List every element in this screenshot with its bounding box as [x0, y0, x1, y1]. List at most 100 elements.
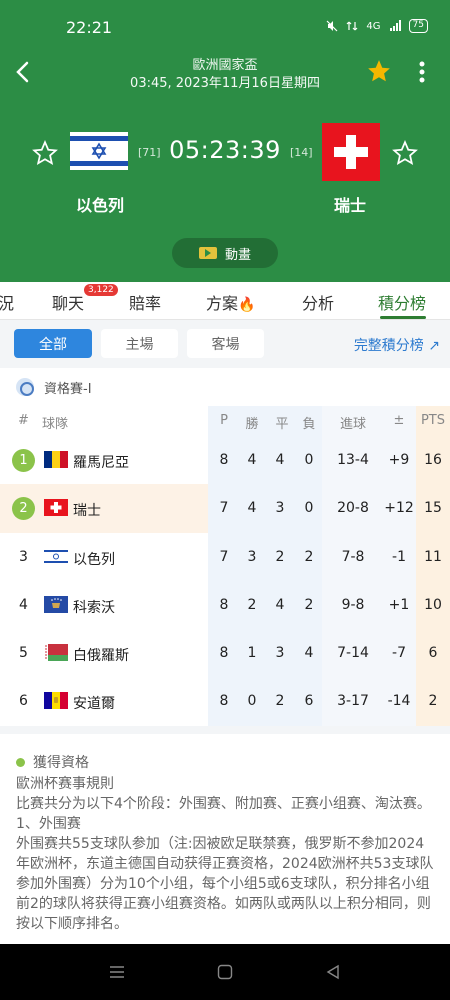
pts-cell: 15 — [424, 500, 442, 517]
israel-flag-icon — [70, 132, 128, 170]
draw-cell: 2 — [275, 548, 285, 565]
team-name[interactable]: 瑞士 — [73, 500, 101, 520]
group-name: 資格賽-I — [44, 381, 92, 397]
animation-button[interactable]: 動畫 — [172, 238, 278, 268]
tab-tips[interactable]: 方案🔥 — [206, 290, 255, 314]
rank-number: 5 — [19, 645, 28, 662]
table-row[interactable]: 6 安道爾 8 0 2 6 3-17 -14 2 — [0, 677, 450, 725]
tab-standings[interactable]: 積分榜 — [378, 290, 426, 314]
draw-cell: 2 — [275, 693, 285, 710]
lost-cell: 0 — [304, 452, 314, 468]
goals-cell: 7-8 — [341, 548, 365, 565]
played-cell: 7 — [219, 548, 229, 565]
away-team-name[interactable]: 瑞士 — [300, 192, 400, 216]
goals-cell: 7-14 — [337, 645, 369, 662]
switzerland-flag-icon — [322, 123, 380, 181]
tab-status[interactable]: 況 — [0, 290, 14, 314]
battery-icon: 75 — [408, 19, 428, 33]
kosovo-flag-icon — [44, 595, 68, 613]
won-cell: 1 — [247, 645, 257, 662]
team-name[interactable]: 羅馬尼亞 — [73, 452, 129, 472]
qualify-label: 獲得資格 — [33, 755, 89, 771]
header-pts: PTS — [420, 413, 446, 428]
tab-bar: 況 聊天 3,122 賠率 方案🔥 分析 積分榜 — [0, 282, 450, 320]
diff-cell: -14 — [387, 693, 411, 710]
status-bar: 22:21 4G 75 — [0, 0, 450, 52]
qualify-rank-badge: 1 — [12, 449, 35, 472]
competition-logo-icon — [16, 378, 34, 396]
draw-cell: 4 — [275, 452, 285, 468]
won-cell: 4 — [247, 500, 257, 517]
tab-odds[interactable]: 賠率 — [129, 290, 161, 314]
draw-cell: 3 — [275, 500, 285, 517]
tab-tips-label: 方案 — [206, 294, 239, 313]
animation-label: 動畫 — [224, 247, 251, 263]
team-name[interactable]: 白俄羅斯 — [73, 645, 129, 665]
draw-cell: 4 — [275, 596, 285, 613]
tab-chat-label: 聊天 — [52, 294, 85, 313]
filter-home-button[interactable]: 主場 — [101, 329, 178, 358]
table-row[interactable]: 5 白俄羅斯 8 1 3 4 7-14 -7 6 — [0, 629, 450, 677]
lost-cell: 6 — [304, 693, 314, 710]
team-name[interactable]: 安道爾 — [73, 693, 115, 713]
team-name[interactable]: 科索沃 — [73, 597, 115, 617]
pts-cell: 16 — [424, 452, 442, 468]
fire-icon: 🔥 — [238, 297, 256, 313]
mute-icon — [326, 20, 338, 32]
recent-apps-icon[interactable] — [109, 964, 125, 980]
filter-all-button[interactable]: 全部 — [14, 329, 92, 358]
team-name[interactable]: 以色列 — [73, 549, 115, 569]
away-rank: [14] — [290, 146, 313, 159]
played-cell: 8 — [219, 645, 229, 662]
star-icon[interactable] — [366, 58, 392, 84]
more-options-icon[interactable] — [414, 58, 430, 86]
played-cell: 8 — [219, 693, 229, 710]
countdown-timer: 05:23:39 — [169, 136, 281, 164]
draw-cell: 3 — [275, 645, 285, 662]
diff-cell: -7 — [392, 645, 406, 662]
lost-cell: 4 — [304, 645, 314, 662]
filter-away-button[interactable]: 客場 — [187, 329, 264, 358]
full-standings-link[interactable]: 完整積分榜 ↗ — [354, 335, 440, 355]
table-row[interactable]: 1 羅馬尼亞 8 4 4 0 13-4 +9 16 — [0, 436, 450, 484]
diff-cell: -1 — [392, 548, 406, 565]
won-cell: 0 — [247, 693, 257, 710]
table-header: # 球隊 P 勝 平 負 進球 ± PTS — [0, 406, 450, 436]
israel-flag-icon — [44, 547, 68, 565]
rank-number: 3 — [19, 548, 28, 565]
lost-cell: 0 — [304, 500, 314, 517]
chat-count-badge: 3,122 — [84, 284, 118, 296]
qualify-legend: 獲得資格 — [16, 752, 434, 772]
favorite-away-icon[interactable] — [392, 140, 418, 166]
played-cell: 8 — [219, 596, 229, 613]
table-row[interactable]: 2 瑞士 7 4 3 0 20-8 +12 15 — [0, 484, 450, 533]
home-team-name[interactable]: 以色列 — [50, 192, 150, 216]
won-cell: 2 — [247, 596, 257, 613]
romania-flag-icon — [44, 451, 68, 468]
match-header: 22:21 4G 75 歐洲國家盃 03:45, 2023年11月16日星期四 … — [0, 0, 450, 282]
group-header: 資格賽-I — [0, 368, 450, 406]
pts-cell: 11 — [424, 548, 442, 565]
tab-chat[interactable]: 聊天 3,122 — [52, 284, 118, 314]
back-icon[interactable] — [10, 58, 38, 86]
back-nav-icon[interactable] — [325, 964, 341, 980]
andorra-flag-icon — [44, 692, 68, 710]
belarus-flag-icon — [44, 644, 68, 662]
rules-line-1: 比赛共分为以下4个阶段：外围赛、附加赛、正赛小组赛、淘汰赛。 — [16, 796, 431, 812]
rules-line-3: 外围赛共55支球队参加（注:因被欧足联禁赛，俄罗斯不参加2024年欧洲杯，东道主… — [16, 836, 434, 932]
league-name: 歐洲國家盃 — [192, 58, 258, 73]
network-label: 4G — [366, 20, 381, 32]
header-team: 球隊 — [42, 417, 69, 432]
signal-icon — [389, 20, 401, 31]
lost-cell: 2 — [304, 596, 314, 613]
tab-analysis[interactable]: 分析 — [302, 290, 334, 314]
home-icon[interactable] — [217, 964, 233, 980]
match-date: 03:45, 2023年11月16日星期四 — [130, 76, 320, 91]
header-lost: 負 — [302, 417, 316, 432]
table-row[interactable]: 4 科索沃 8 2 4 2 9-8 +1 10 — [0, 581, 450, 629]
rules-line-2: 1、外围赛 — [16, 816, 81, 832]
favorite-home-icon[interactable] — [32, 140, 58, 166]
table-row[interactable]: 3 以色列 7 3 2 2 7-8 -1 11 — [0, 533, 450, 581]
header-draw: 平 — [275, 417, 289, 432]
diff-cell: +12 — [384, 500, 414, 517]
